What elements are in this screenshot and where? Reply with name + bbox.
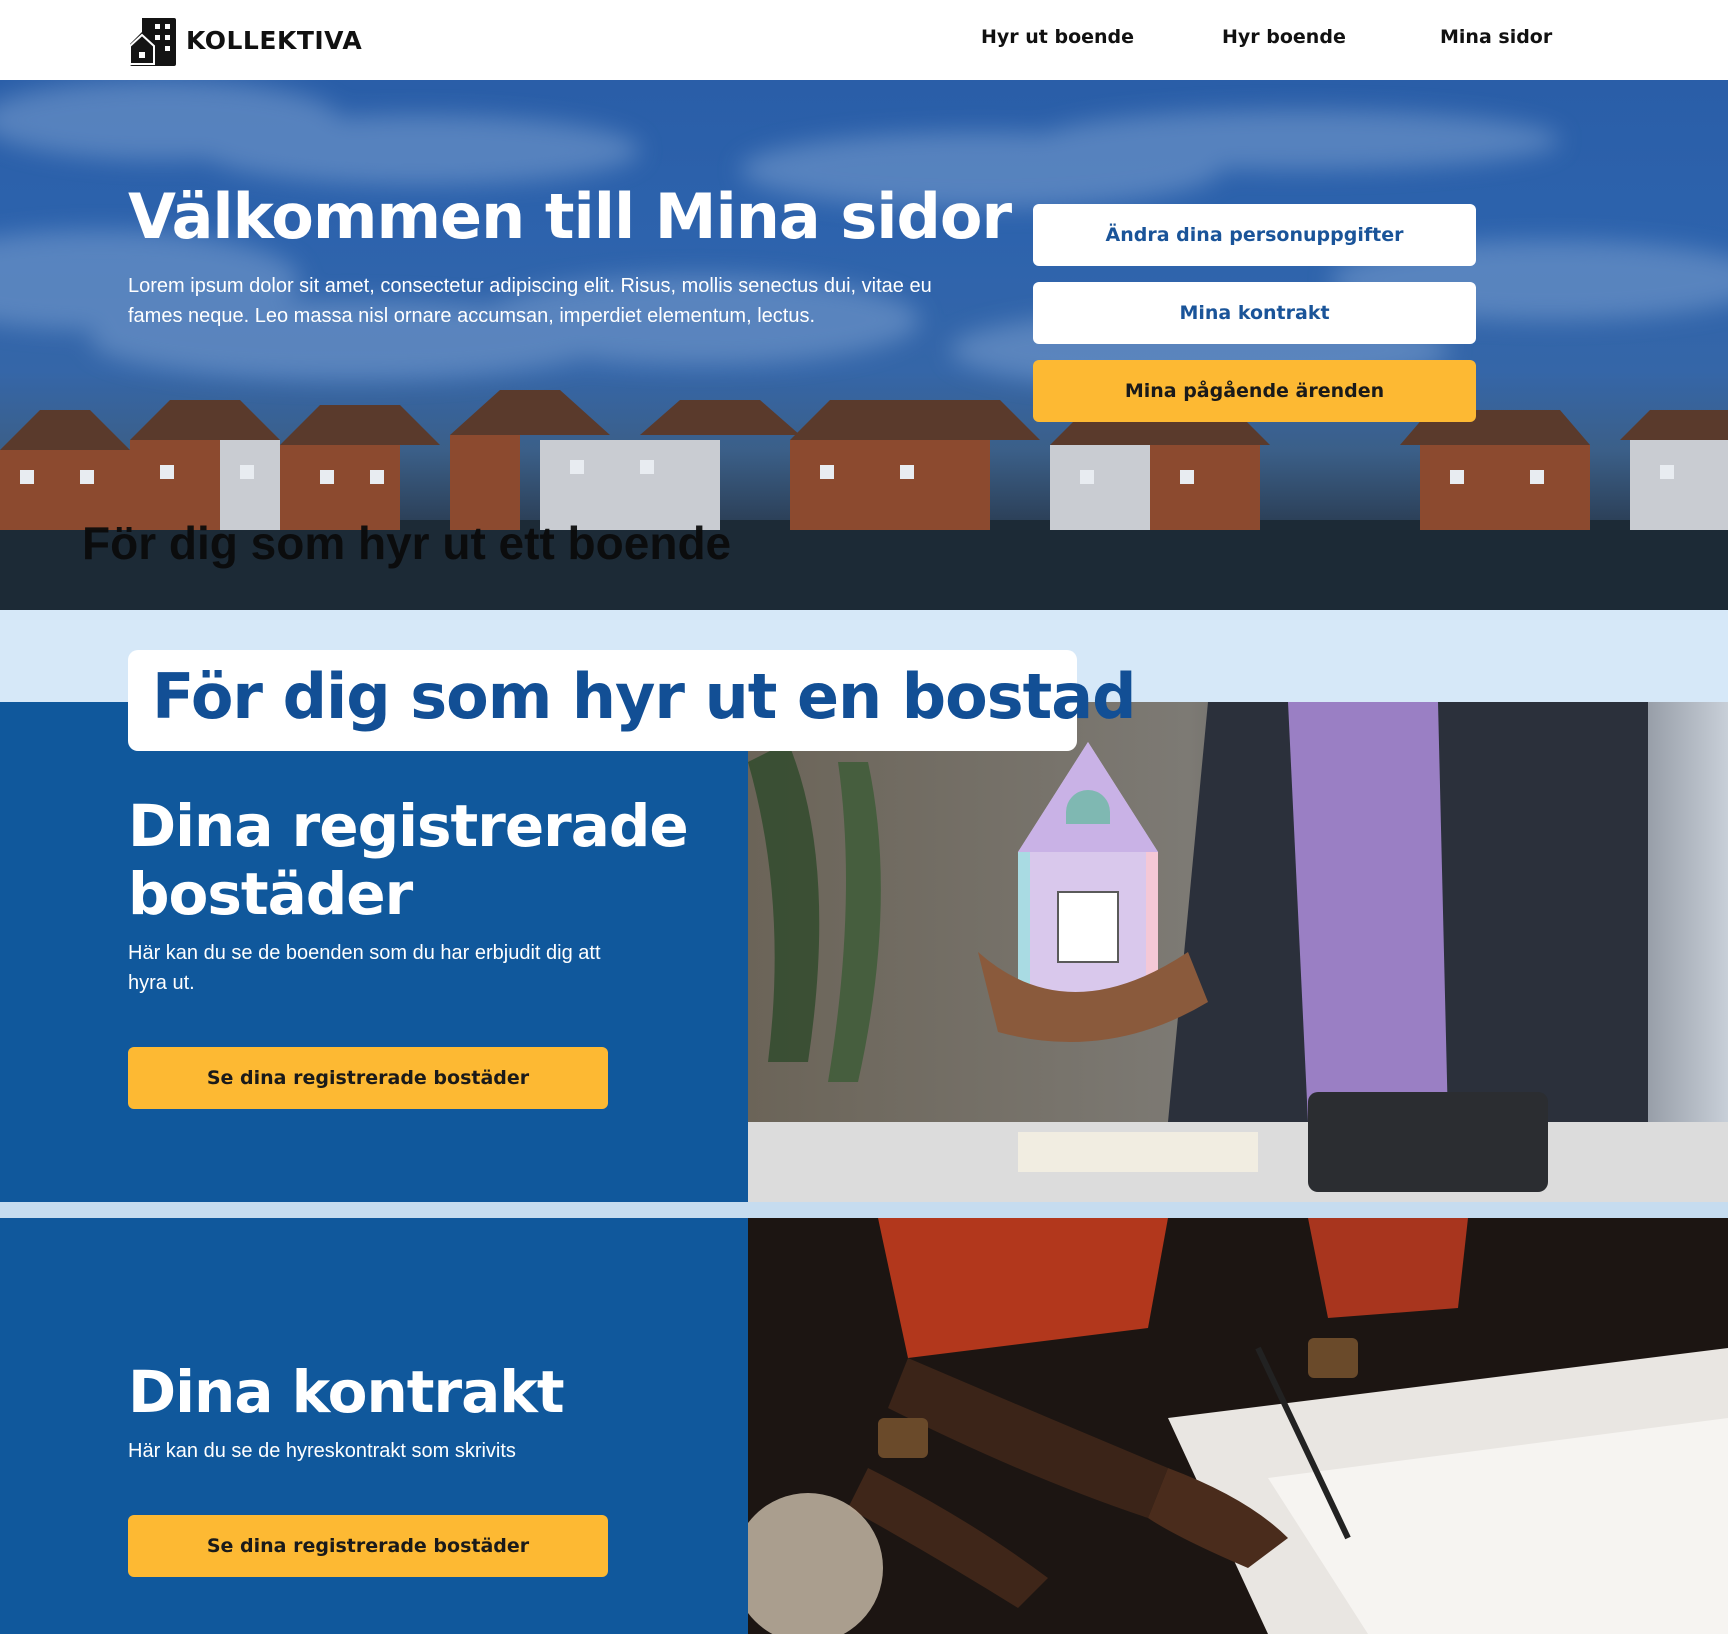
contracts-title: Dina kontrakt bbox=[128, 1358, 565, 1426]
ongoing-cases-button[interactable]: Mina pågående ärenden bbox=[1033, 360, 1476, 422]
hero-section: Välkommen till Mina sidor Lorem ipsum do… bbox=[0, 80, 1728, 610]
brand-name: KOLLEKTIVA bbox=[186, 25, 363, 55]
edit-personal-info-button[interactable]: Ändra dina personuppgifter bbox=[1033, 204, 1476, 266]
my-contracts-button[interactable]: Mina kontrakt bbox=[1033, 282, 1476, 344]
nav-hyr-ut-boende[interactable]: Hyr ut boende bbox=[981, 26, 1134, 48]
contracts-panel: Dina kontrakt Här kan du se de hyreskont… bbox=[0, 1218, 748, 1634]
logo[interactable]: KOLLEKTIVA bbox=[128, 14, 362, 66]
contract-signing-photo bbox=[748, 1218, 1728, 1634]
registered-homes-title-line2: bostäder bbox=[128, 860, 413, 928]
contracts-section: Dina kontrakt Här kan du se de hyreskont… bbox=[0, 1218, 1728, 1634]
hero-title: Välkommen till Mina sidor bbox=[128, 180, 1012, 253]
registered-homes-text: Här kan du se de boenden som du har erbj… bbox=[128, 942, 601, 994]
see-contracts-button[interactable]: Se dina registrerade bostäder bbox=[128, 1515, 608, 1577]
section-divider bbox=[0, 1202, 1728, 1218]
registered-homes-title-line1: Dina registrerade bbox=[128, 792, 689, 860]
house-model-photo bbox=[748, 702, 1728, 1202]
registered-homes-section: Dina registrerade bostäder Här kan du se… bbox=[0, 702, 1728, 1202]
registered-homes-title: Dina registrerade bostäder bbox=[128, 792, 689, 928]
see-registered-homes-button[interactable]: Se dina registrerade bostäder bbox=[128, 1047, 608, 1109]
contracts-text: Här kan du se de hyreskontrakt som skriv… bbox=[128, 1440, 516, 1462]
nav-hyr-boende[interactable]: Hyr boende bbox=[1222, 26, 1346, 48]
site-header: KOLLEKTIVA Hyr ut boende Hyr boende Mina… bbox=[0, 0, 1728, 80]
section-title: För dig som hyr ut en bostad bbox=[152, 660, 1136, 733]
hero-text: Lorem ipsum dolor sit amet, consectetur … bbox=[128, 275, 932, 327]
building-icon bbox=[129, 18, 176, 66]
overlay-heading: För dig som hyr ut ett boende bbox=[82, 517, 732, 569]
nav-mina-sidor[interactable]: Mina sidor bbox=[1440, 26, 1552, 48]
registered-homes-panel: Dina registrerade bostäder Här kan du se… bbox=[0, 702, 748, 1202]
